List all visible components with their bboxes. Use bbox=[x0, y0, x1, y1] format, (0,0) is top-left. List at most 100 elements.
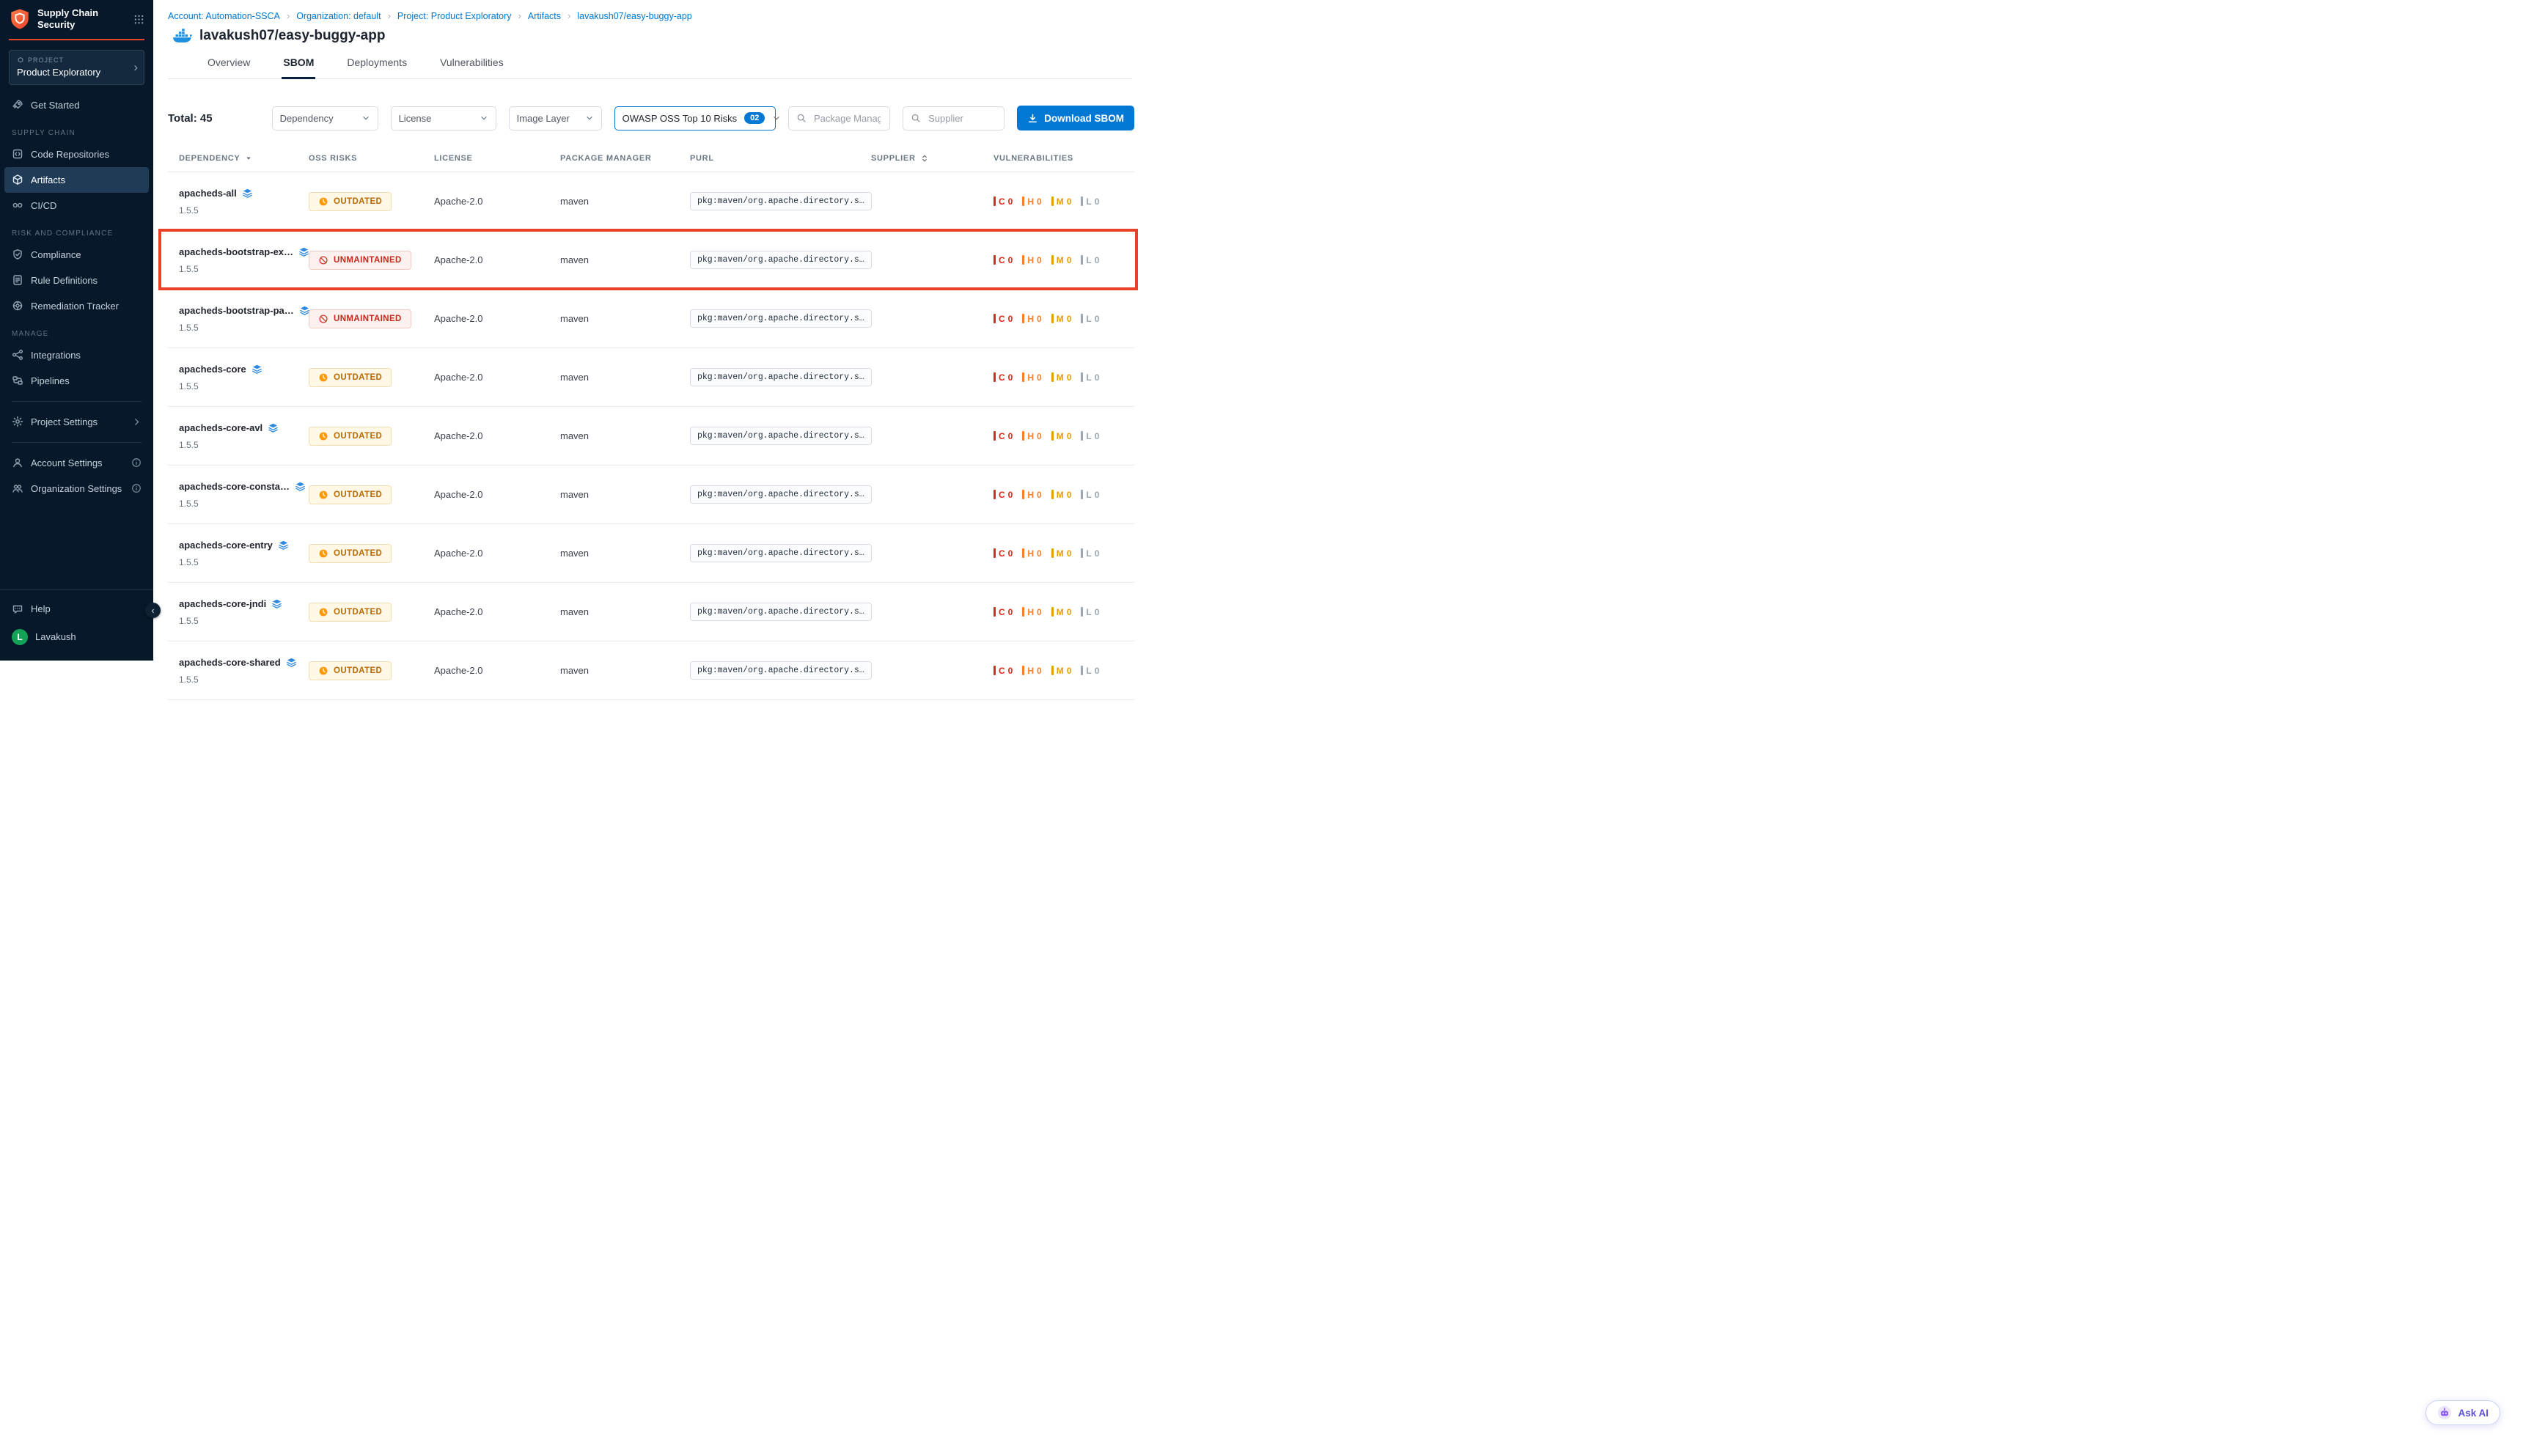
severity-high: H0 bbox=[1022, 255, 1041, 265]
purl-chip[interactable]: pkg:maven/org.apache.directory.s… bbox=[690, 192, 872, 210]
purl-chip[interactable]: pkg:maven/org.apache.directory.s… bbox=[690, 603, 872, 621]
severity-count: 0 bbox=[1095, 196, 1100, 207]
breadcrumb-link[interactable]: Artifacts bbox=[528, 11, 561, 21]
purl-chip[interactable]: pkg:maven/org.apache.directory.s… bbox=[690, 251, 872, 269]
project-selector[interactable]: PROJECT Product Exploratory › bbox=[9, 50, 144, 85]
purl-chip[interactable]: pkg:maven/org.apache.directory.s… bbox=[690, 661, 872, 680]
severity-count: 0 bbox=[1037, 372, 1042, 383]
search-input-supplier[interactable] bbox=[927, 112, 996, 125]
breadcrumb-link[interactable]: Organization: default bbox=[296, 11, 381, 21]
purl-chip[interactable]: pkg:maven/org.apache.directory.s… bbox=[690, 368, 872, 386]
sort-desc-icon[interactable] bbox=[244, 154, 253, 163]
module-switcher-icon[interactable] bbox=[133, 14, 144, 25]
filter-owasp-oss-top-10-risks[interactable]: OWASP OSS Top 10 Risks02 bbox=[614, 106, 776, 130]
sidebar-item-rule-definitions[interactable]: Rule Definitions bbox=[0, 268, 153, 293]
sidebar-item-compliance[interactable]: Compliance bbox=[0, 242, 153, 268]
purl-chip[interactable]: pkg:maven/org.apache.directory.s… bbox=[690, 427, 872, 445]
sort-icon[interactable] bbox=[920, 154, 929, 163]
user-menu[interactable]: L Lavakush bbox=[0, 622, 153, 652]
oss-risk-badge: UNMAINTAINED bbox=[309, 309, 411, 328]
table-row[interactable]: apacheds-all1.5.5OUTDATEDApache-2.0maven… bbox=[168, 172, 1134, 231]
oss-risk-label: OUTDATED bbox=[334, 373, 382, 382]
table-row[interactable]: apacheds-bootstrap-pa…1.5.5UNMAINTAINEDA… bbox=[168, 290, 1134, 348]
tab-sbom[interactable]: SBOM bbox=[282, 55, 315, 79]
license: Apache-2.0 bbox=[423, 548, 549, 559]
toolbar: Total: 45 DependencyLicenseImage LayerOW… bbox=[168, 106, 1134, 130]
purl-chip[interactable]: pkg:maven/org.apache.directory.s… bbox=[690, 485, 872, 504]
column-label: DEPENDENCY bbox=[179, 154, 240, 163]
table-row[interactable]: apacheds-core-shared1.5.5OUTDATEDApache-… bbox=[168, 641, 1134, 700]
purl-cell: pkg:maven/org.apache.directory.s… bbox=[679, 192, 860, 210]
license: Apache-2.0 bbox=[423, 430, 549, 441]
severity-critical: C0 bbox=[994, 666, 1013, 676]
severity-label: H bbox=[1027, 314, 1034, 324]
sidebar-item-ci-cd[interactable]: CI/CD bbox=[0, 193, 153, 218]
sidebar-item-code-repositories[interactable]: Code Repositories bbox=[0, 141, 153, 167]
sidebar-item-organization-settings[interactable]: Organization Settings bbox=[0, 476, 153, 501]
sidebar-item-label: Remediation Tracker bbox=[31, 301, 119, 312]
breadcrumb-link[interactable]: lavakush07/easy-buggy-app bbox=[577, 11, 691, 21]
severity-count: 0 bbox=[1067, 666, 1072, 676]
sidebar-item-artifacts[interactable]: Artifacts bbox=[4, 167, 149, 193]
vulnerability-counts: C0H0M0L0 bbox=[983, 548, 1134, 559]
purl-cell: pkg:maven/org.apache.directory.s… bbox=[679, 544, 860, 562]
severity-count: 0 bbox=[1095, 607, 1100, 617]
tab-vulnerabilities[interactable]: Vulnerabilities bbox=[438, 55, 505, 78]
severity-label: H bbox=[1027, 255, 1034, 265]
oss-risk-badge: OUTDATED bbox=[309, 485, 392, 504]
severity-bar bbox=[1081, 431, 1083, 441]
severity-label: L bbox=[1086, 666, 1091, 676]
purl-cell: pkg:maven/org.apache.directory.s… bbox=[679, 603, 860, 621]
filter-dependency[interactable]: Dependency bbox=[272, 106, 378, 130]
sidebar-item-account-settings[interactable]: Account Settings bbox=[0, 450, 153, 476]
search-input-package-manager[interactable] bbox=[812, 112, 882, 125]
purl-chip[interactable]: pkg:maven/org.apache.directory.s… bbox=[690, 544, 872, 562]
severity-bar bbox=[994, 431, 996, 441]
sidebar-item-remediation-tracker[interactable]: Remediation Tracker bbox=[0, 293, 153, 319]
column-header-dependency[interactable]: DEPENDENCY bbox=[168, 154, 298, 163]
sidebar-item-integrations[interactable]: Integrations bbox=[0, 342, 153, 368]
banned-icon bbox=[318, 255, 328, 265]
download-sbom-button[interactable]: Download SBOM bbox=[1017, 106, 1134, 130]
table-row[interactable]: apacheds-core-entry1.5.5OUTDATEDApache-2… bbox=[168, 524, 1134, 583]
docker-icon bbox=[172, 29, 192, 43]
severity-count: 0 bbox=[1067, 196, 1072, 207]
search-icon bbox=[911, 113, 921, 123]
table-row[interactable]: apacheds-bootstrap-ex…1.5.5UNMAINTAINEDA… bbox=[168, 231, 1134, 290]
breadcrumb-link[interactable]: Project: Product Exploratory bbox=[397, 11, 512, 21]
sidebar-collapse-button[interactable]: ‹ bbox=[145, 603, 161, 618]
package-manager: maven bbox=[549, 430, 679, 441]
table-body: apacheds-all1.5.5OUTDATEDApache-2.0maven… bbox=[168, 172, 1134, 700]
package-manager: maven bbox=[549, 196, 679, 207]
severity-label: M bbox=[1057, 314, 1064, 324]
severity-label: M bbox=[1057, 196, 1064, 207]
column-header-license: LICENSE bbox=[423, 154, 549, 163]
severity-count: 0 bbox=[1095, 372, 1100, 383]
severity-label: L bbox=[1086, 196, 1091, 207]
dependency-version: 1.5.5 bbox=[179, 381, 298, 391]
sidebar-item-project-settings[interactable]: Project Settings bbox=[0, 409, 153, 435]
vulnerability-counts: C0H0M0L0 bbox=[983, 607, 1134, 617]
sidebar-footer: Help L Lavakush bbox=[0, 589, 153, 661]
table-row[interactable]: apacheds-core1.5.5OUTDATEDApache-2.0mave… bbox=[168, 348, 1134, 407]
severity-count: 0 bbox=[1067, 314, 1072, 324]
tab-overview[interactable]: Overview bbox=[206, 55, 251, 78]
nav-section-label: RISK AND COMPLIANCE bbox=[0, 218, 153, 242]
sidebar-item-get-started[interactable]: Get Started bbox=[0, 92, 153, 118]
purl-chip[interactable]: pkg:maven/org.apache.directory.s… bbox=[690, 309, 872, 328]
filter-image-layer[interactable]: Image Layer bbox=[509, 106, 602, 130]
ask-ai-button[interactable]: Ask AI bbox=[2425, 1400, 2500, 1425]
filter-license[interactable]: License bbox=[391, 106, 496, 130]
table-row[interactable]: apacheds-core-jndi1.5.5OUTDATEDApache-2.… bbox=[168, 583, 1134, 641]
table-row[interactable]: apacheds-core-consta…1.5.5OUTDATEDApache… bbox=[168, 466, 1134, 524]
sidebar-item-pipelines[interactable]: Pipelines bbox=[0, 368, 153, 394]
severity-bar bbox=[1051, 607, 1054, 617]
filter-count-badge: 02 bbox=[744, 112, 765, 124]
sidebar-item-help[interactable]: Help bbox=[0, 596, 153, 622]
breadcrumb-link[interactable]: Account: Automation-SSCA bbox=[168, 11, 280, 21]
severity-label: H bbox=[1027, 196, 1034, 207]
tab-deployments[interactable]: Deployments bbox=[345, 55, 408, 78]
severity-critical: C0 bbox=[994, 196, 1013, 207]
table-row[interactable]: apacheds-core-avl1.5.5OUTDATEDApache-2.0… bbox=[168, 407, 1134, 466]
column-header-supplier[interactable]: SUPPLIER bbox=[860, 154, 983, 163]
